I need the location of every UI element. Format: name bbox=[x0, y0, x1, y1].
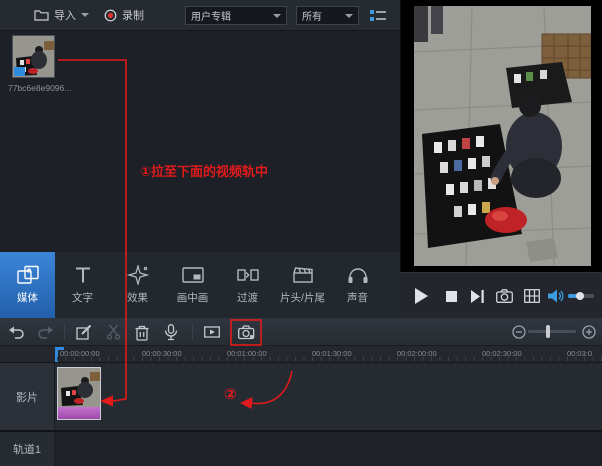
microphone-button[interactable] bbox=[162, 323, 180, 341]
tab-label: 画中画 bbox=[177, 290, 209, 305]
track-label-video: 影片 bbox=[0, 363, 55, 430]
undo-icon bbox=[9, 324, 25, 340]
play-icon bbox=[414, 288, 428, 304]
filter-dropdown[interactable]: 所有 bbox=[296, 6, 359, 25]
list-view-icon[interactable] bbox=[370, 9, 386, 27]
camera-settings-button[interactable] bbox=[237, 323, 255, 341]
text-icon bbox=[72, 265, 94, 285]
redo-button[interactable] bbox=[36, 323, 54, 341]
step-forward-button[interactable] bbox=[466, 273, 488, 319]
chevron-down-icon bbox=[81, 13, 89, 17]
zoom-slider-handle[interactable] bbox=[546, 325, 550, 338]
library-item-filename: 77bc6e8e9096... bbox=[8, 83, 88, 93]
video-type-badge-icon bbox=[14, 67, 25, 76]
folder-icon bbox=[34, 9, 49, 21]
ruler-ticks bbox=[57, 357, 602, 361]
step-forward-icon bbox=[471, 290, 484, 303]
clip-thumbnail-image bbox=[58, 368, 100, 407]
stop-icon bbox=[446, 291, 457, 302]
undo-button[interactable] bbox=[8, 323, 26, 341]
play-button[interactable] bbox=[408, 273, 434, 319]
media-toolbar: 导入 录制 用户专辑 所有 bbox=[0, 0, 400, 31]
snapshot-icon bbox=[496, 289, 513, 303]
tab-label: 片头/片尾 bbox=[280, 290, 325, 305]
record-button[interactable]: 录制 bbox=[104, 0, 144, 30]
album-dropdown[interactable]: 用户专辑 bbox=[185, 6, 287, 25]
video-track-lane[interactable] bbox=[55, 363, 602, 430]
video-editor-window: 导入 录制 用户专辑 所有 bbox=[0, 0, 602, 466]
pip-icon bbox=[182, 265, 204, 285]
camera-settings-icon bbox=[238, 324, 255, 340]
film-grid-icon bbox=[524, 289, 540, 303]
media-icon bbox=[17, 265, 39, 285]
library-item-thumbnail[interactable] bbox=[12, 35, 55, 78]
record-label: 录制 bbox=[122, 7, 144, 23]
timeline-ruler[interactable]: 00:00:00:00 00:00:30:00 00:01:00:00 00:0… bbox=[0, 346, 602, 363]
media-type-tabs: 媒体 文字 效果 画中画 过渡 片头/片尾 声音 bbox=[0, 252, 400, 318]
tab-pip[interactable]: 画中画 bbox=[165, 252, 220, 318]
tab-label: 文字 bbox=[72, 290, 93, 305]
effects-icon bbox=[127, 265, 149, 285]
volume-button[interactable] bbox=[546, 273, 566, 319]
transition-icon bbox=[237, 265, 259, 285]
edit-icon bbox=[76, 324, 92, 340]
tab-text[interactable]: 文字 bbox=[55, 252, 110, 318]
track1-lane[interactable] bbox=[55, 432, 602, 466]
edit-button[interactable] bbox=[75, 323, 93, 341]
headphones-icon bbox=[347, 265, 369, 285]
video-track-row: 影片 bbox=[0, 363, 602, 430]
toolbar-separator bbox=[64, 324, 65, 340]
clapperboard-icon bbox=[292, 265, 314, 285]
film-grid-button[interactable] bbox=[520, 273, 544, 319]
playback-bar bbox=[400, 272, 602, 318]
tab-label: 效果 bbox=[127, 290, 148, 305]
chevron-down-icon bbox=[345, 14, 353, 18]
video-frame bbox=[414, 6, 591, 266]
album-dropdown-value: 用户专辑 bbox=[191, 8, 231, 23]
tab-label: 过渡 bbox=[237, 290, 258, 305]
filter-dropdown-value: 所有 bbox=[302, 8, 322, 23]
chevron-down-icon bbox=[273, 14, 281, 18]
media-library: 77bc6e8e9096... bbox=[0, 31, 400, 252]
import-button[interactable]: 导入 bbox=[34, 0, 89, 30]
redo-icon bbox=[37, 324, 53, 340]
timeline-toolbar bbox=[0, 318, 602, 346]
tab-media[interactable]: 媒体 bbox=[0, 252, 55, 318]
toolbar-separator bbox=[192, 324, 193, 340]
stop-button[interactable] bbox=[440, 273, 462, 319]
scissors-button[interactable] bbox=[105, 323, 123, 341]
track1-row: 轨道1 bbox=[0, 432, 602, 466]
export-frame-icon bbox=[204, 324, 220, 340]
clip-color-strip bbox=[58, 407, 100, 419]
volume-slider[interactable] bbox=[568, 294, 594, 298]
microphone-icon bbox=[163, 324, 179, 341]
preview-panel bbox=[400, 0, 602, 272]
tab-audio[interactable]: 声音 bbox=[330, 252, 385, 318]
zoom-out-button[interactable] bbox=[510, 323, 528, 341]
tab-intro-outro[interactable]: 片头/片尾 bbox=[275, 252, 330, 318]
export-frame-button[interactable] bbox=[203, 323, 221, 341]
track-label-1: 轨道1 bbox=[0, 432, 55, 466]
record-icon bbox=[104, 9, 117, 22]
tab-effects[interactable]: 效果 bbox=[110, 252, 165, 318]
zoom-in-icon bbox=[582, 325, 596, 339]
tab-label: 媒体 bbox=[17, 290, 38, 305]
zoom-slider[interactable] bbox=[528, 330, 576, 333]
delete-button[interactable] bbox=[133, 323, 151, 341]
trash-icon bbox=[134, 324, 150, 341]
tab-label: 声音 bbox=[347, 290, 368, 305]
tab-transition[interactable]: 过渡 bbox=[220, 252, 275, 318]
zoom-out-icon bbox=[512, 325, 526, 339]
snapshot-button[interactable] bbox=[492, 273, 516, 319]
volume-slider-handle[interactable] bbox=[576, 292, 584, 300]
import-label: 导入 bbox=[54, 7, 76, 23]
zoom-in-button[interactable] bbox=[580, 323, 598, 341]
volume-icon bbox=[548, 289, 564, 303]
scissors-icon bbox=[106, 324, 122, 340]
timeline-clip[interactable] bbox=[57, 367, 101, 420]
